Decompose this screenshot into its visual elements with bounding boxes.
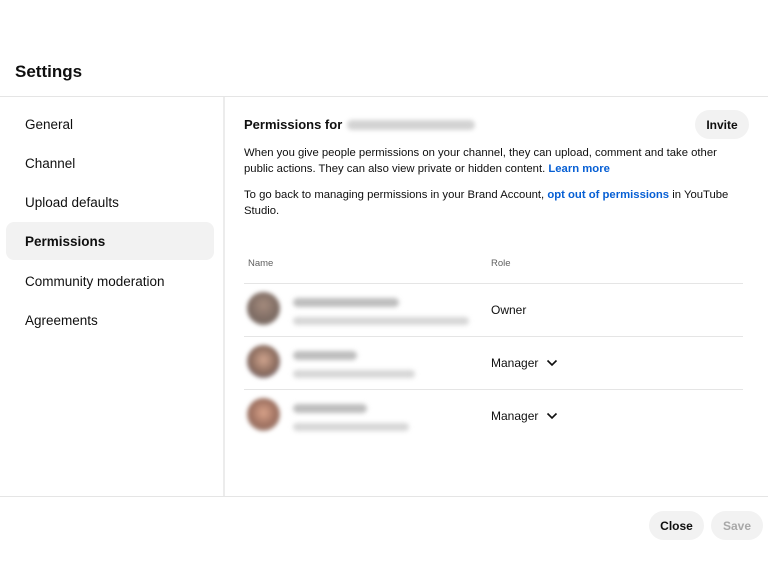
chevron-down-icon (547, 412, 558, 420)
sidebar-item-general[interactable]: General (6, 105, 214, 143)
permissions-description: When you give people permissions on your… (244, 145, 734, 177)
sidebar-item-permissions[interactable]: Permissions (6, 222, 214, 260)
close-button[interactable]: Close (649, 511, 704, 540)
row-divider (244, 336, 743, 337)
chevron-down-icon (547, 359, 558, 367)
avatar (247, 292, 280, 325)
permissions-description-text: When you give people permissions on your… (244, 147, 717, 175)
brand-note-text-before: To go back to managing permissions in yo… (244, 189, 545, 201)
redacted-user-email (293, 370, 415, 378)
role-dropdown[interactable]: Manager (491, 409, 559, 423)
role-label: Manager (491, 356, 539, 370)
brand-account-note: To go back to managing permissions in yo… (244, 187, 734, 219)
sidebar-divider (223, 97, 225, 496)
redacted-user-email (293, 317, 469, 325)
column-header-name: Name (248, 258, 274, 269)
column-header-role: Role (491, 258, 511, 269)
role-owner: Owner (491, 303, 526, 317)
header-divider (0, 96, 768, 97)
opt-out-permissions-link[interactable]: opt out of permissions (547, 189, 669, 201)
row-divider (244, 389, 743, 390)
role-label: Manager (491, 409, 539, 423)
save-button[interactable]: Save (711, 511, 763, 540)
redacted-user-email (293, 423, 409, 431)
sidebar-item-community-moderation[interactable]: Community moderation (6, 262, 214, 300)
avatar (247, 345, 280, 378)
permissions-heading-label: Permissions for (244, 117, 343, 132)
role-dropdown[interactable]: Manager (491, 356, 559, 370)
role-label: Owner (491, 303, 527, 317)
redacted-user-name (293, 298, 399, 307)
settings-title: Settings (15, 62, 83, 81)
sidebar-item-agreements[interactable]: Agreements (6, 301, 214, 339)
redacted-user-name (293, 351, 357, 360)
redacted-channel-name (347, 119, 476, 130)
permissions-heading: Permissions for (244, 117, 476, 132)
sidebar-item-channel[interactable]: Channel (6, 144, 214, 182)
avatar (247, 398, 280, 431)
invite-button[interactable]: Invite (695, 110, 749, 139)
redacted-user-name (293, 404, 367, 413)
sidebar-item-upload-defaults[interactable]: Upload defaults (6, 183, 214, 221)
learn-more-link[interactable]: Learn more (548, 163, 610, 175)
footer-divider (0, 496, 768, 497)
table-header-divider (244, 283, 743, 284)
